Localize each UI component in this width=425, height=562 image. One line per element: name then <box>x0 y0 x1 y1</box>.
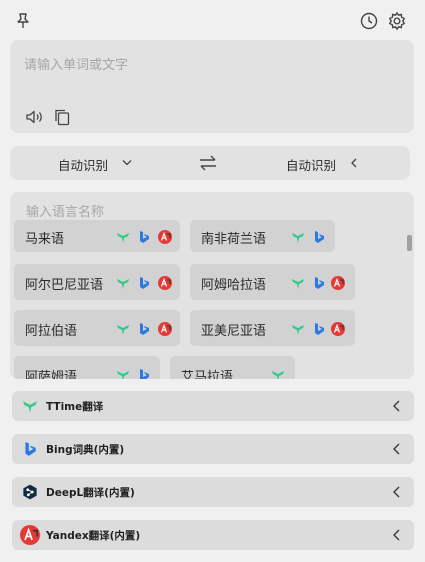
language-chip-afrikaans[interactable]: 南非荷兰语 <box>190 220 335 252</box>
ttime-logo-icon <box>116 321 130 335</box>
chevron-left-icon <box>393 486 400 498</box>
language-chip-aymara[interactable]: 艾马拉语 <box>170 356 295 379</box>
source-text-input[interactable] <box>24 58 394 73</box>
ttime-logo-icon <box>22 398 38 414</box>
bing-logo-icon <box>137 321 151 335</box>
source-language-label: 自动识别 <box>58 158 109 173</box>
language-selector-bar: 自动识别 自动识别 <box>10 146 410 180</box>
language-list-panel: 马来语 南非荷兰语 阿尔巴尼亚语 阿姆哈拉语 阿拉伯语 亚美尼亚语 阿萨姆语 <box>10 192 414 379</box>
chevron-left-icon <box>393 400 400 412</box>
language-chip-arabic[interactable]: 阿拉伯语 <box>14 310 180 346</box>
ttime-logo-icon <box>291 275 305 289</box>
ttime-logo-icon <box>116 367 130 379</box>
language-chip-armenian[interactable]: 亚美尼亚语 <box>190 310 355 346</box>
language-list-scrollbar[interactable] <box>407 235 412 251</box>
bing-logo-icon <box>312 275 326 289</box>
target-language-select[interactable]: 自动识别 <box>270 146 390 180</box>
swap-languages-button[interactable] <box>196 152 220 174</box>
source-text-panel <box>10 40 414 133</box>
bing-logo-icon <box>312 321 326 335</box>
language-chip-amharic[interactable]: 阿姆哈拉语 <box>190 264 355 300</box>
yandex-logo-icon <box>158 321 172 336</box>
service-row-yandex[interactable]: Yandex翻译(内置) <box>12 520 414 550</box>
language-chip-malay[interactable]: 马来语 <box>14 220 180 252</box>
ttime-logo-icon <box>291 229 305 243</box>
service-row-ttime[interactable]: TTime翻译 <box>12 391 414 421</box>
yandex-logo-icon <box>331 321 345 336</box>
ttime-logo-icon <box>291 321 305 335</box>
yandex-logo-icon <box>20 525 40 545</box>
service-row-deepl[interactable]: DeepL翻译(内置) <box>12 477 414 507</box>
speaker-icon[interactable] <box>24 107 44 127</box>
bing-logo-icon <box>22 441 38 457</box>
chevron-left-icon <box>351 158 357 168</box>
chevron-left-icon <box>393 529 400 541</box>
language-chip-assamese[interactable]: 阿萨姆语 <box>14 356 160 379</box>
ttime-logo-icon <box>116 229 130 243</box>
history-icon[interactable] <box>358 10 380 32</box>
language-chip-albanian[interactable]: 阿尔巴尼亚语 <box>14 264 180 300</box>
yandex-logo-icon <box>158 275 172 290</box>
pin-icon[interactable] <box>12 10 34 32</box>
chevron-left-icon <box>393 443 400 455</box>
deepl-logo-icon <box>22 484 38 500</box>
ttime-logo-icon <box>271 367 285 379</box>
swap-arrows-icon <box>200 155 216 171</box>
service-row-bing[interactable]: Bing词典(内置) <box>12 434 414 464</box>
bing-logo-icon <box>137 367 151 379</box>
chevron-down-icon <box>122 160 132 166</box>
yandex-logo-icon <box>158 229 172 244</box>
yandex-logo-icon <box>331 275 345 290</box>
source-language-select[interactable]: 自动识别 <box>40 146 160 180</box>
ttime-logo-icon <box>116 275 130 289</box>
bing-logo-icon <box>312 229 326 243</box>
bing-logo-icon <box>137 275 151 289</box>
language-search-input[interactable] <box>26 205 326 220</box>
bing-logo-icon <box>137 229 151 243</box>
target-language-label: 自动识别 <box>286 158 337 173</box>
copy-icon[interactable] <box>52 107 72 127</box>
settings-gear-icon[interactable] <box>386 10 408 32</box>
